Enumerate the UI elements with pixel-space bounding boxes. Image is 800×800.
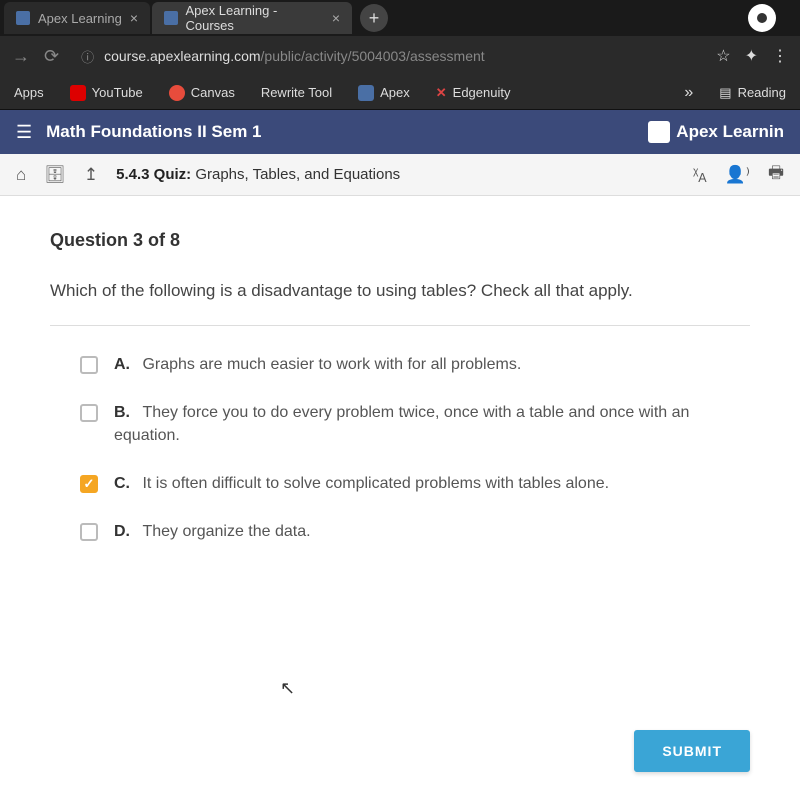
apex-logo-icon	[648, 121, 670, 143]
menu-icon[interactable]: ⋮	[772, 46, 788, 66]
option-letter: A.	[114, 356, 130, 373]
bookmark-canvas[interactable]: Canvas	[169, 85, 235, 101]
breadcrumb: ⌂ 🗄 ↥ 5.4.3 Quiz: Graphs, Tables, and Eq…	[0, 154, 800, 196]
option-letter: B.	[114, 404, 130, 421]
bookmark-apex[interactable]: Apex	[358, 85, 410, 101]
read-aloud-icon[interactable]: 👤⁾	[725, 165, 750, 185]
tab-title: Apex Learning	[38, 11, 122, 26]
apex-icon	[358, 85, 374, 101]
bookmark-rewrite[interactable]: Rewrite Tool	[261, 85, 332, 100]
favicon	[164, 11, 177, 25]
translate-icon[interactable]: ᵡA	[693, 165, 707, 185]
new-tab-button[interactable]: +	[360, 4, 388, 32]
canvas-icon	[169, 85, 185, 101]
question-prompt: Which of the following is a disadvantage…	[50, 279, 750, 303]
apex-logo[interactable]: Apex Learnin	[648, 121, 784, 143]
checkbox-b[interactable]	[80, 404, 98, 422]
option-c[interactable]: C. It is often difficult to solve compli…	[50, 473, 750, 495]
tab-bar: Apex Learning × Apex Learning - Courses …	[0, 0, 800, 36]
option-letter: C.	[114, 475, 130, 492]
edgenuity-icon: ✕	[436, 85, 447, 101]
app-header: ☰ Math Foundations II Sem 1 Apex Learnin	[0, 110, 800, 154]
checkbox-d[interactable]	[80, 523, 98, 541]
option-text: Graphs are much easier to work with for …	[142, 356, 521, 373]
bookmark-reading-list[interactable]: ▤ Reading	[719, 85, 786, 101]
quiz-content: Question 3 of 8 Which of the following i…	[0, 196, 800, 800]
option-d[interactable]: D. They organize the data.	[50, 521, 750, 543]
option-letter: D.	[114, 523, 130, 540]
briefcase-icon[interactable]: 🗄	[44, 165, 66, 185]
extensions-icon[interactable]: ✦	[745, 46, 758, 66]
home-icon[interactable]: ⌂	[16, 165, 26, 185]
youtube-icon	[70, 85, 86, 101]
quiz-title: 5.4.3 Quiz: Graphs, Tables, and Equation…	[116, 166, 400, 183]
option-a[interactable]: A. Graphs are much easier to work with f…	[50, 354, 750, 376]
submit-button[interactable]: SUBMIT	[634, 730, 750, 772]
question-header: Question 3 of 8	[50, 230, 750, 251]
close-icon[interactable]: ×	[332, 10, 340, 26]
course-title: Math Foundations II Sem 1	[46, 122, 648, 142]
option-text: They organize the data.	[142, 523, 310, 540]
star-icon[interactable]: ☆	[716, 46, 730, 66]
bookmark-edgenuity[interactable]: ✕ Edgenuity	[436, 85, 511, 101]
reading-icon: ▤	[719, 85, 731, 101]
reload-button[interactable]: ⟳	[44, 46, 59, 67]
print-icon[interactable]: 🖶	[768, 160, 784, 189]
tab-title: Apex Learning - Courses	[186, 3, 324, 33]
tab-apex-courses[interactable]: Apex Learning - Courses ×	[152, 2, 352, 34]
option-text: It is often difficult to solve complicat…	[142, 475, 609, 492]
option-text: They force you to do every problem twice…	[114, 404, 689, 443]
bookmark-apps[interactable]: Apps	[14, 85, 44, 100]
divider	[50, 325, 750, 326]
forward-button[interactable]: →	[12, 46, 30, 67]
option-b[interactable]: B. They force you to do every problem tw…	[50, 402, 750, 447]
bookmark-bar: Apps YouTube Canvas Rewrite Tool Apex ✕ …	[0, 76, 800, 110]
url-field[interactable]: ⓘ course.apexlearning.com/public/activit…	[73, 47, 702, 66]
cursor-pointer-icon: ↖	[280, 678, 295, 699]
checkbox-c[interactable]	[80, 475, 98, 493]
profile-icon[interactable]	[748, 4, 776, 32]
url-domain: course.apexlearning.com	[104, 48, 260, 64]
url-path: /public/activity/5004003/assessment	[261, 48, 485, 64]
url-bar: → ⟳ ⓘ course.apexlearning.com/public/act…	[0, 36, 800, 76]
checkbox-a[interactable]	[80, 356, 98, 374]
close-icon[interactable]: ×	[130, 10, 138, 26]
bookmark-youtube[interactable]: YouTube	[70, 85, 143, 101]
tab-apex-learning[interactable]: Apex Learning ×	[4, 2, 150, 34]
favicon	[16, 11, 30, 25]
bookmark-overflow[interactable]: »	[684, 84, 693, 102]
up-icon[interactable]: ↥	[84, 165, 98, 185]
site-info-icon[interactable]: ⓘ	[81, 47, 94, 66]
menu-icon[interactable]: ☰	[16, 122, 32, 143]
browser-chrome: Apex Learning × Apex Learning - Courses …	[0, 0, 800, 110]
